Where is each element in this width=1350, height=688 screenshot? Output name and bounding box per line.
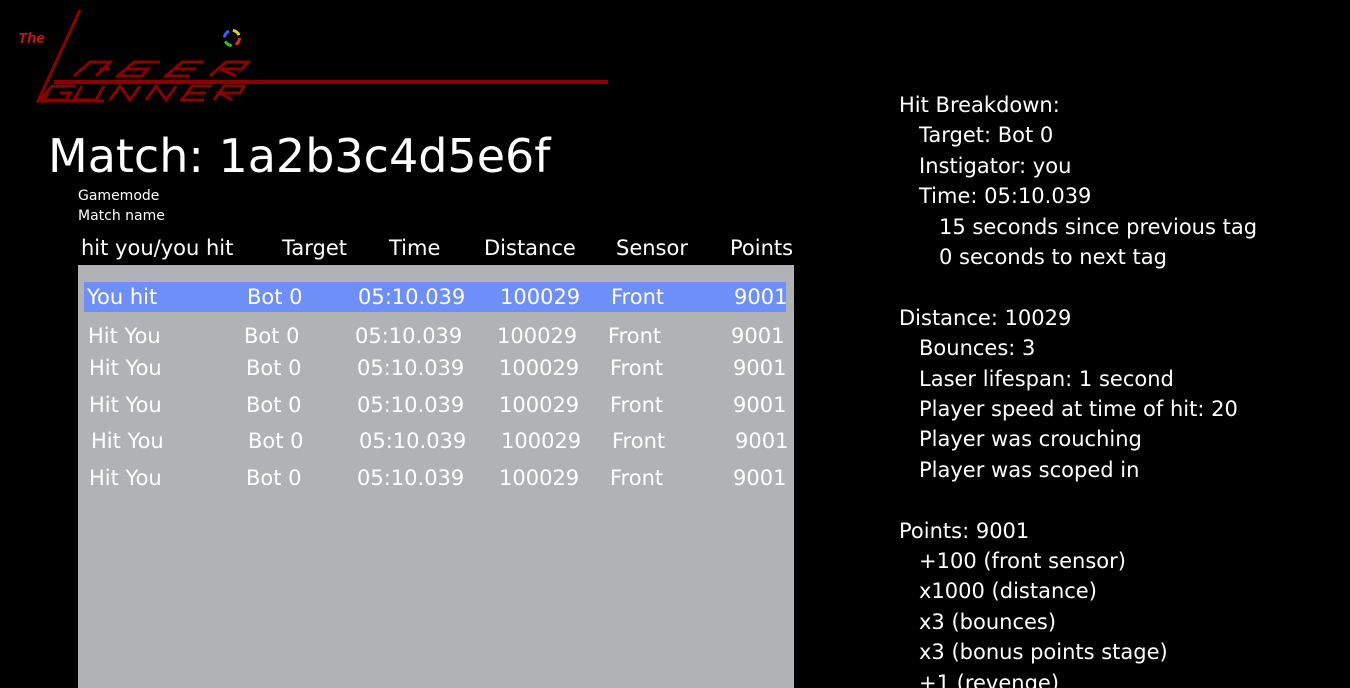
cell-sensor: Front	[610, 356, 664, 380]
cell-points: 9001	[733, 466, 787, 490]
page-title: Match: 1a2b3c4d5e6f	[48, 129, 551, 183]
breakdown-instigator: Instigator: you	[919, 153, 1072, 178]
breakdown-since-previous: 15 seconds since previous tag	[939, 214, 1258, 239]
cell-time: 05:10.039	[357, 356, 465, 380]
table-row[interactable]: Hit You Bot 0 05:10.039 100029 Front 900…	[78, 321, 794, 351]
cell-distance: 100029	[499, 466, 580, 490]
cell-points: 9001	[734, 285, 788, 309]
column-header-sensor[interactable]: Sensor	[616, 234, 688, 262]
cell-target: Bot 0	[247, 285, 303, 309]
match-name-label: Match name	[78, 208, 165, 224]
cell-target: Bot 0	[244, 324, 300, 348]
cell-time: 05:10.039	[357, 393, 465, 417]
breakdown-lifespan: Laser lifespan: 1 second	[919, 366, 1174, 391]
cell-target: Bot 0	[248, 429, 304, 453]
hits-table: You hit Bot 0 05:10.039 100029 Front 900…	[78, 265, 794, 688]
cell-time: 05:10.039	[357, 466, 465, 490]
points-item: x1000 (distance)	[919, 579, 1097, 604]
cell-sensor: Front	[612, 429, 666, 453]
cell-distance: 100029	[501, 429, 582, 453]
table-row[interactable]: Hit You Bot 0 05:10.039 100029 Front 900…	[78, 390, 794, 420]
cell-time: 05:10.039	[359, 429, 467, 453]
match-detail-screen: The Match: 1a2b3c4d5e6f Gamemode Match n…	[0, 0, 1350, 688]
breakdown-points: Points: 9001	[899, 518, 1030, 543]
cell-points: 9001	[731, 324, 785, 348]
logo-small-word: The	[18, 30, 45, 47]
table-row[interactable]: You hit Bot 0 05:10.039 100029 Front 900…	[84, 282, 788, 312]
cell-target: Bot 0	[246, 356, 302, 380]
cell-who: Hit You	[89, 466, 162, 490]
cell-who: Hit You	[88, 324, 161, 348]
breakdown-time: Time: 05:10.039	[919, 184, 1092, 209]
cell-who: You hit	[87, 285, 158, 309]
color-ring-icon	[223, 29, 241, 47]
cell-points: 9001	[733, 356, 787, 380]
column-header-who[interactable]: hit you/you hit	[81, 234, 233, 262]
breakdown-scoped: Player was scoped in	[919, 457, 1140, 482]
breakdown-to-next: 0 seconds to next tag	[939, 245, 1167, 270]
cell-sensor: Front	[608, 324, 662, 348]
gamemode-label: Gamemode	[78, 188, 160, 204]
points-item: +1 (revenge)	[919, 670, 1060, 688]
cell-time: 05:10.039	[358, 285, 466, 309]
breakdown-bounces: Bounces: 3	[919, 336, 1036, 361]
cell-distance: 100029	[497, 324, 578, 348]
points-item: x3 (bonus points stage)	[919, 640, 1168, 665]
table-row[interactable]: Hit You Bot 0 05:10.039 100029 Front 900…	[78, 463, 794, 493]
cell-sensor: Front	[611, 285, 665, 309]
cell-who: Hit You	[89, 356, 162, 380]
points-item: x3 (bounces)	[919, 609, 1057, 634]
cell-who: Hit You	[89, 393, 162, 417]
laser-gunners-logo: The	[14, 6, 614, 110]
cell-distance: 100029	[500, 285, 581, 309]
column-header-distance[interactable]: Distance	[484, 234, 576, 262]
cell-points: 9001	[735, 429, 789, 453]
cell-distance: 100029	[499, 393, 580, 417]
column-header-points[interactable]: Points	[730, 234, 793, 262]
table-row[interactable]: Hit You Bot 0 05:10.039 100029 Front 900…	[78, 353, 794, 383]
cell-sensor: Front	[610, 466, 664, 490]
cell-points: 9001	[733, 393, 787, 417]
breakdown-target: Target: Bot 0	[919, 123, 1054, 148]
points-item: +100 (front sensor)	[919, 549, 1126, 574]
column-header-target[interactable]: Target	[282, 234, 347, 262]
cell-distance: 100029	[499, 356, 580, 380]
table-row[interactable]: Hit You Bot 0 05:10.039 100029 Front 900…	[78, 426, 794, 456]
cell-target: Bot 0	[246, 393, 302, 417]
column-header-time[interactable]: Time	[389, 234, 440, 262]
breakdown-speed: Player speed at time of hit: 20	[919, 397, 1238, 422]
cell-who: Hit You	[91, 429, 164, 453]
cell-sensor: Front	[610, 393, 664, 417]
cell-time: 05:10.039	[355, 324, 463, 348]
breakdown-distance: Distance: 10029	[899, 305, 1072, 330]
breakdown-crouching: Player was crouching	[919, 427, 1142, 452]
cell-target: Bot 0	[246, 466, 302, 490]
breakdown-heading: Hit Breakdown:	[899, 93, 1060, 117]
hit-breakdown-panel: Hit Breakdown: Target: Bot 0 Instigator:…	[899, 90, 1339, 688]
